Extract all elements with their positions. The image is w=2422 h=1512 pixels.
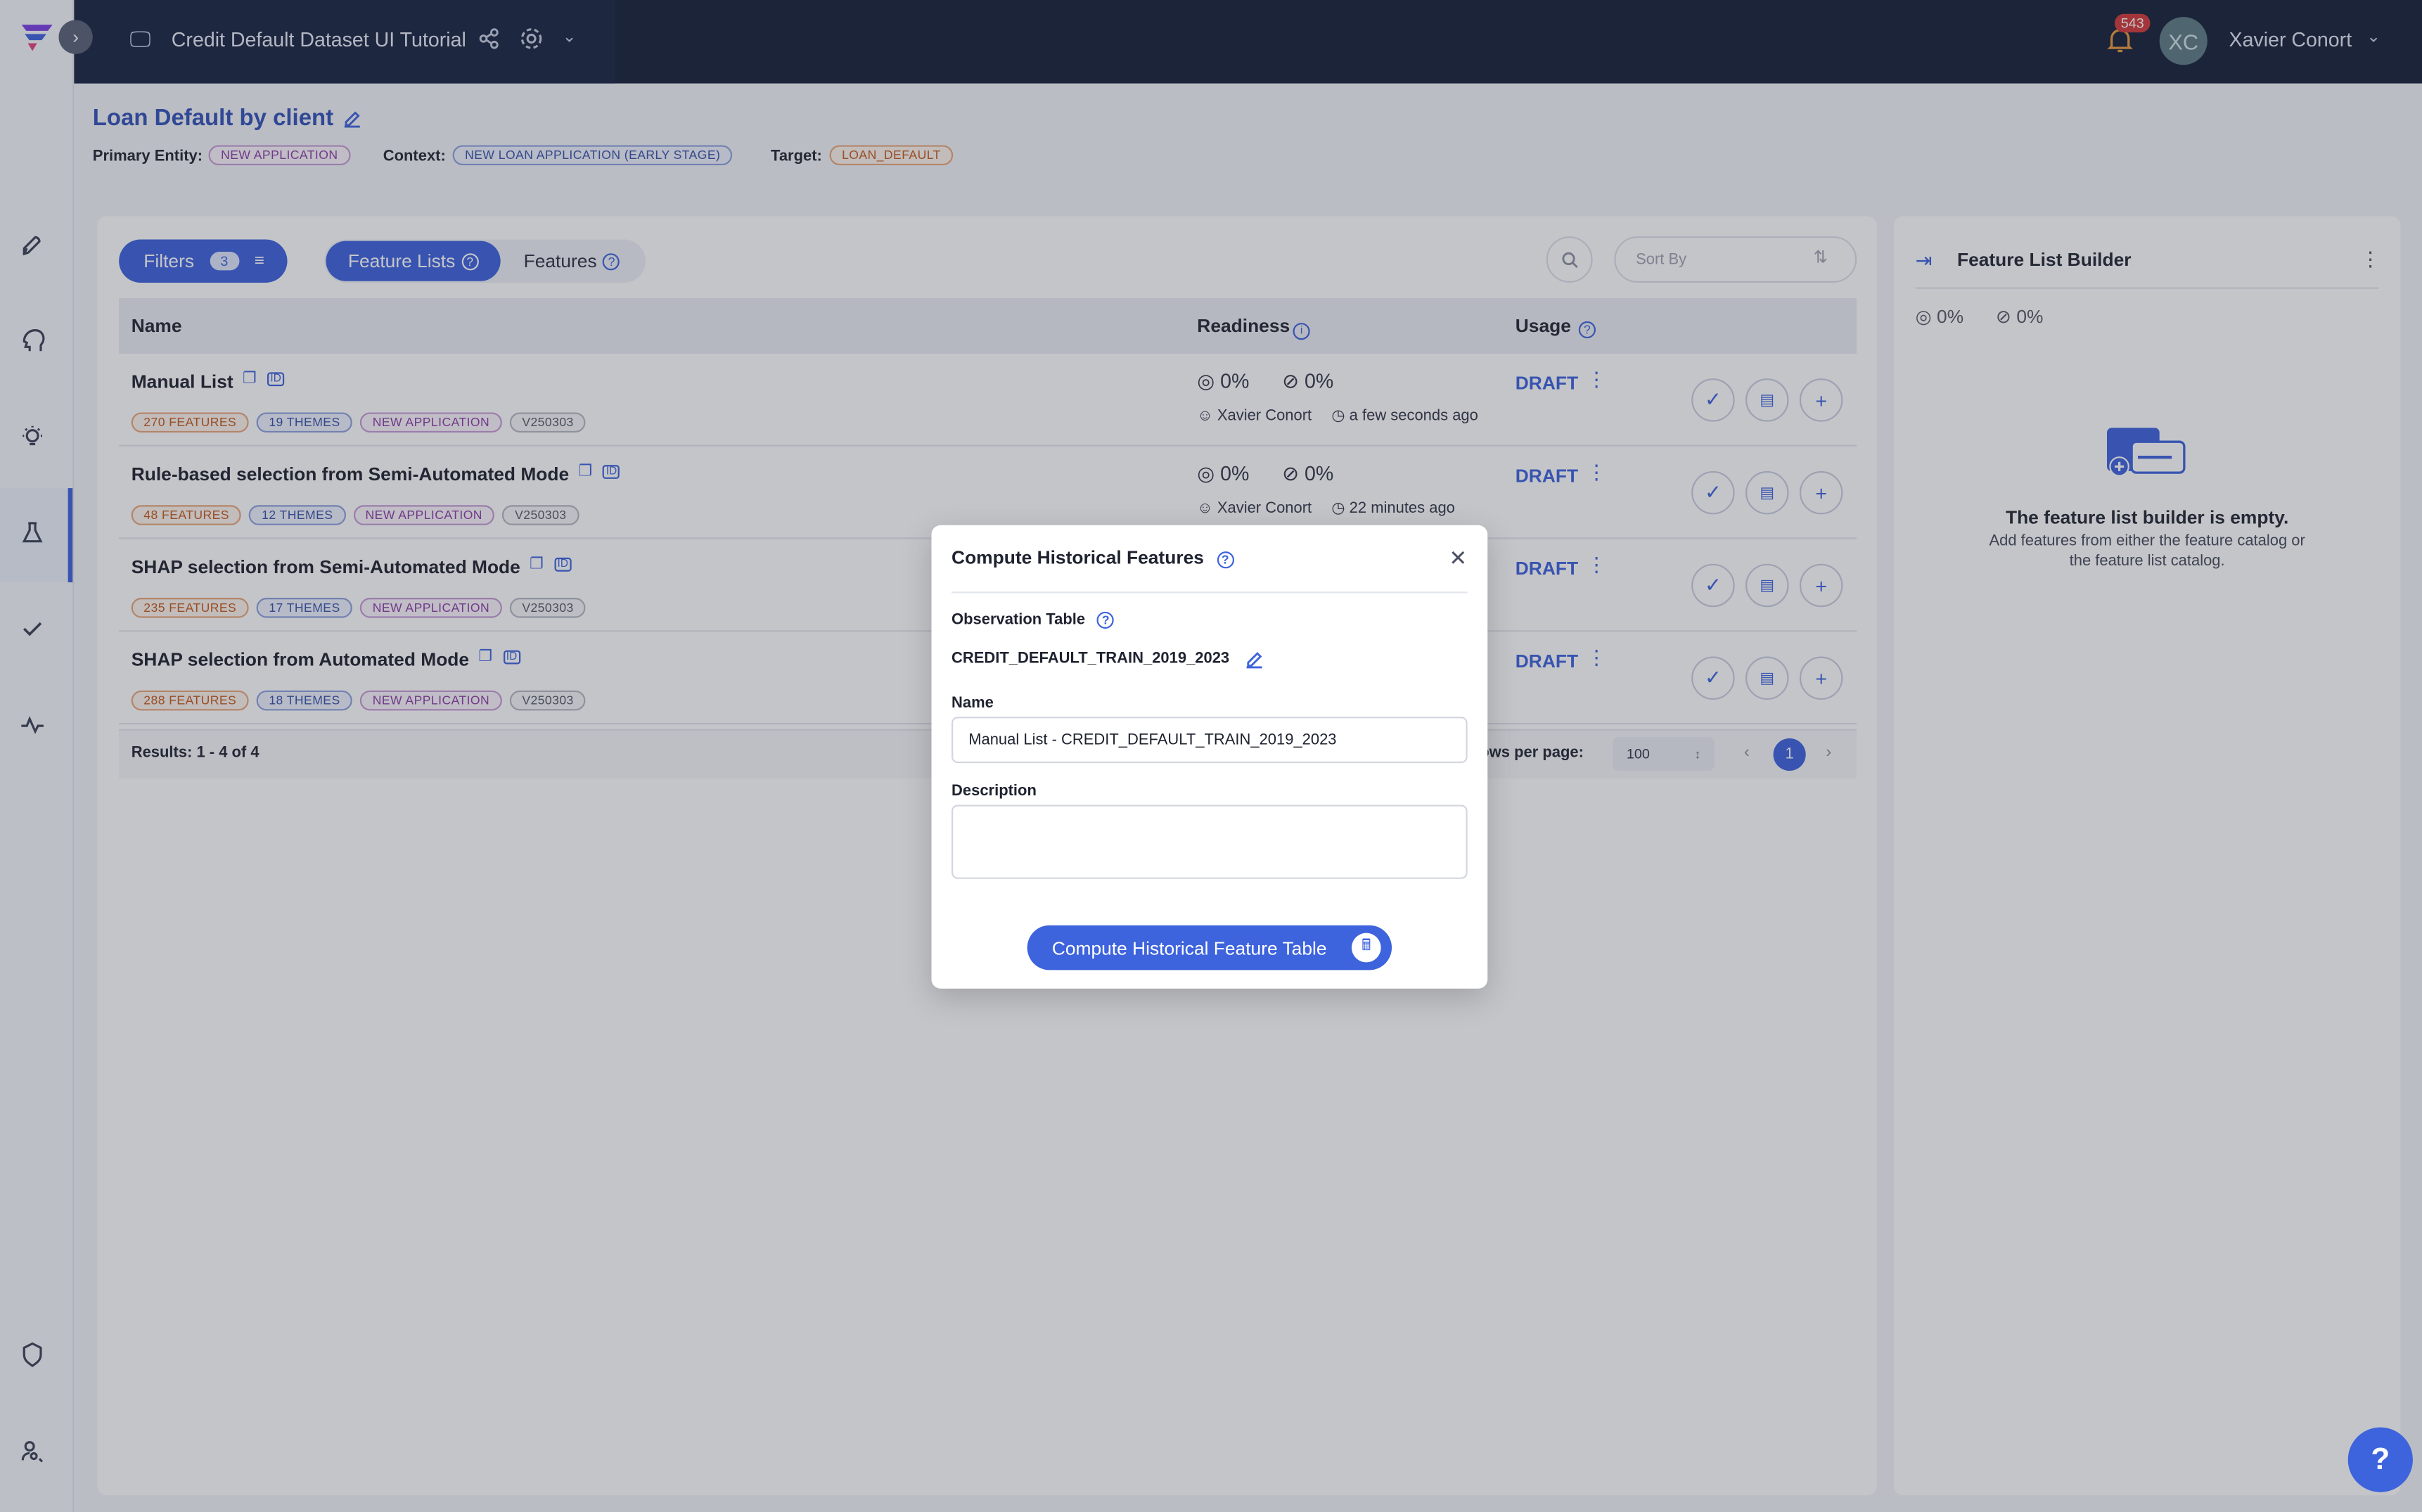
compute-historical-feature-table-button[interactable]: Compute Historical Feature Table	[1027, 925, 1392, 970]
observation-table-label-text: Observation Table	[952, 611, 1086, 629]
observation-table-value: CREDIT_DEFAULT_TRAIN_2019_2023	[952, 650, 1230, 667]
description-input[interactable]	[952, 805, 1468, 879]
dialog-title-text: Compute Historical Features	[952, 546, 1204, 569]
observation-table-label: Observation Table ?	[952, 611, 1115, 629]
dialog-title: Compute Historical Features ?	[952, 547, 1234, 569]
help-icon[interactable]: ?	[1217, 551, 1234, 569]
compute-button-label: Compute Historical Feature Table	[1051, 937, 1327, 959]
help-icon[interactable]: ?	[1097, 611, 1115, 629]
help-button[interactable]: ?	[2347, 1427, 2413, 1492]
close-icon[interactable]: ✕	[1449, 545, 1467, 571]
calculator-icon[interactable]: 🖩	[1351, 933, 1381, 963]
name-input[interactable]	[952, 717, 1468, 764]
description-label: Description	[952, 783, 1037, 800]
name-label: Name	[952, 695, 994, 712]
dialog-divider	[952, 591, 1468, 594]
edit-observation-table-icon[interactable]	[1243, 649, 1265, 675]
